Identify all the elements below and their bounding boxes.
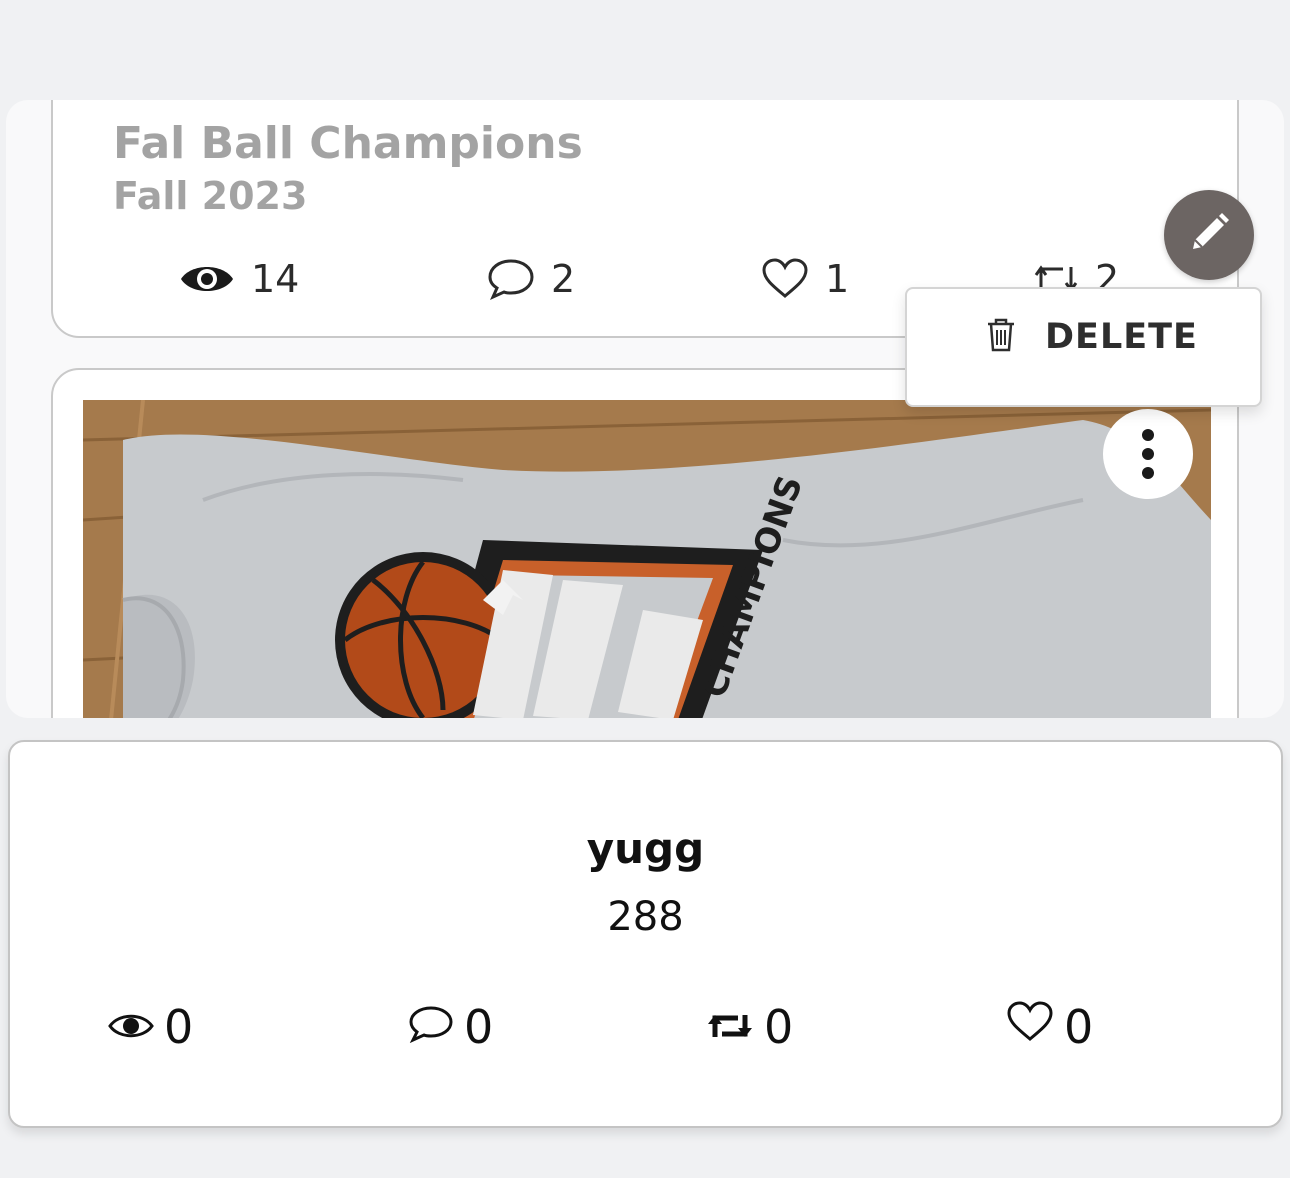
profile-number: 288 bbox=[607, 894, 684, 940]
profile-name: yugg bbox=[586, 824, 705, 873]
edit-button[interactable] bbox=[1164, 190, 1254, 280]
views-stat[interactable]: 14 bbox=[179, 257, 299, 301]
heart-icon bbox=[761, 258, 809, 300]
profile-views-stat[interactable]: 0 bbox=[108, 1000, 193, 1054]
post-subtitle: Fall 2023 bbox=[113, 174, 308, 218]
views-count: 14 bbox=[251, 257, 300, 301]
trash-icon bbox=[985, 317, 1017, 357]
profile-comments-stat[interactable]: 0 bbox=[408, 1000, 493, 1054]
more-vertical-icon bbox=[1142, 429, 1154, 441]
profile-reposts-count: 0 bbox=[764, 1000, 794, 1054]
speech-bubble-icon bbox=[408, 1000, 454, 1054]
profile-card: yugg 288 0 0 0 0 bbox=[8, 740, 1283, 1128]
profile-reposts-stat[interactable]: 0 bbox=[706, 1000, 793, 1054]
delete-label: DELETE bbox=[1045, 317, 1198, 357]
profile-comments-count: 0 bbox=[464, 1000, 494, 1054]
post-options-menu: DELETE bbox=[905, 287, 1262, 407]
comments-stat[interactable]: 2 bbox=[487, 257, 575, 301]
likes-stat[interactable]: 1 bbox=[761, 257, 849, 301]
delete-menu-item[interactable]: DELETE bbox=[985, 317, 1198, 357]
pencil-icon bbox=[1185, 209, 1233, 261]
speech-bubble-icon bbox=[487, 258, 535, 300]
profile-likes-count: 0 bbox=[1064, 1000, 1094, 1054]
comments-count: 2 bbox=[551, 257, 576, 301]
post-image[interactable]: CHAMPIONS bbox=[83, 400, 1211, 718]
eye-icon bbox=[108, 1000, 154, 1054]
more-options-button[interactable] bbox=[1103, 409, 1193, 499]
more-dot bbox=[1142, 467, 1154, 479]
profile-likes-stat[interactable]: 0 bbox=[1006, 1000, 1093, 1054]
profile-views-count: 0 bbox=[164, 1000, 194, 1054]
more-dot bbox=[1142, 448, 1154, 460]
heart-icon bbox=[1006, 1000, 1054, 1054]
repost-icon bbox=[706, 1000, 754, 1054]
post-title: Fal Ball Champions bbox=[113, 118, 583, 169]
post-card[interactable]: CHAMPIONS bbox=[51, 368, 1239, 718]
feed-panel: Fal Ball Champions Fall 2023 14 2 1 2 CH… bbox=[6, 100, 1284, 718]
eye-icon bbox=[179, 259, 235, 299]
likes-count: 1 bbox=[825, 257, 850, 301]
